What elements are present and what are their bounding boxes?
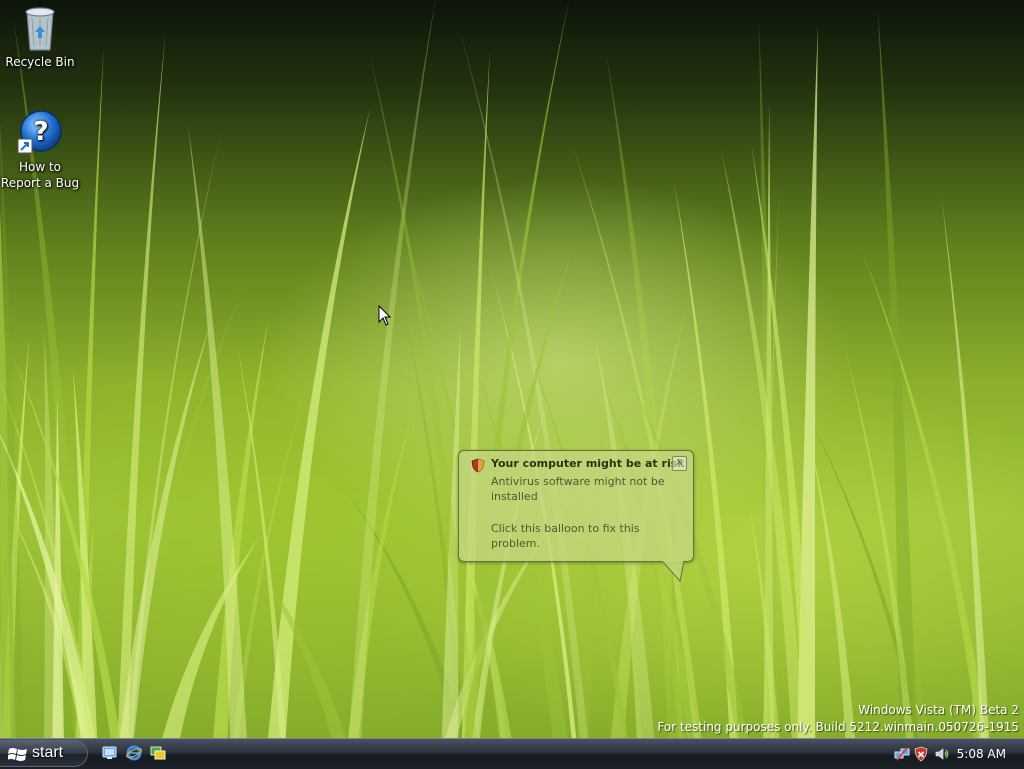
volume-icon[interactable]: [934, 746, 950, 762]
grass-blade: [941, 196, 990, 738]
grass-blade: [162, 536, 260, 738]
balloon-message: Antivirus software might not be installe…: [491, 475, 665, 503]
internet-explorer-icon[interactable]: [126, 745, 142, 761]
build-watermark-line2: For testing purposes only. Build 5212.wi…: [657, 720, 1019, 734]
taskbar: start 5:08 AM: [0, 738, 1024, 769]
windows-flag-icon: [8, 748, 27, 761]
clock[interactable]: 5:08 AM: [957, 746, 1006, 762]
show-desktop-icon[interactable]: [102, 745, 118, 761]
grass-blade: [809, 438, 856, 738]
report-bug-label-line1: How to: [18, 160, 62, 174]
report-bug-label-line2: Report a Bug: [0, 176, 80, 190]
balloon-tail: [662, 561, 685, 583]
balloon-title: Your computer might be at risk: [491, 457, 685, 470]
desktop-icon-report-a-bug[interactable]: ? How to Report a Bug: [0, 109, 80, 191]
system-tray: 5:08 AM: [894, 739, 1024, 769]
desktop: Recycle Bin ? How to Report a Bug Your c…: [0, 0, 1024, 738]
security-shield-icon[interactable]: [914, 746, 928, 762]
security-notification-balloon[interactable]: Your computer might be at risk Antivirus…: [458, 450, 694, 562]
recycle-bin-icon: [25, 7, 55, 51]
start-button[interactable]: start: [0, 740, 88, 767]
svg-text:?: ?: [33, 117, 48, 147]
network-icon[interactable]: [894, 746, 910, 762]
help-question-icon: ?: [17, 110, 62, 154]
grass-wallpaper: [0, 0, 990, 738]
security-shield-icon: [471, 458, 485, 473]
build-watermark-line1: Windows Vista (TM) Beta 2: [858, 703, 1019, 717]
close-icon[interactable]: ×: [672, 456, 687, 471]
balloon-action-text: Click this balloon to fix this problem.: [491, 522, 640, 550]
desktop-icon-recycle-bin[interactable]: Recycle Bin: [0, 4, 80, 70]
grass-blade: [268, 108, 371, 738]
switch-windows-icon[interactable]: [150, 745, 166, 761]
mouse-cursor-icon: [378, 305, 392, 326]
recycle-bin-label: Recycle Bin: [5, 55, 75, 69]
start-label: start: [32, 744, 64, 761]
